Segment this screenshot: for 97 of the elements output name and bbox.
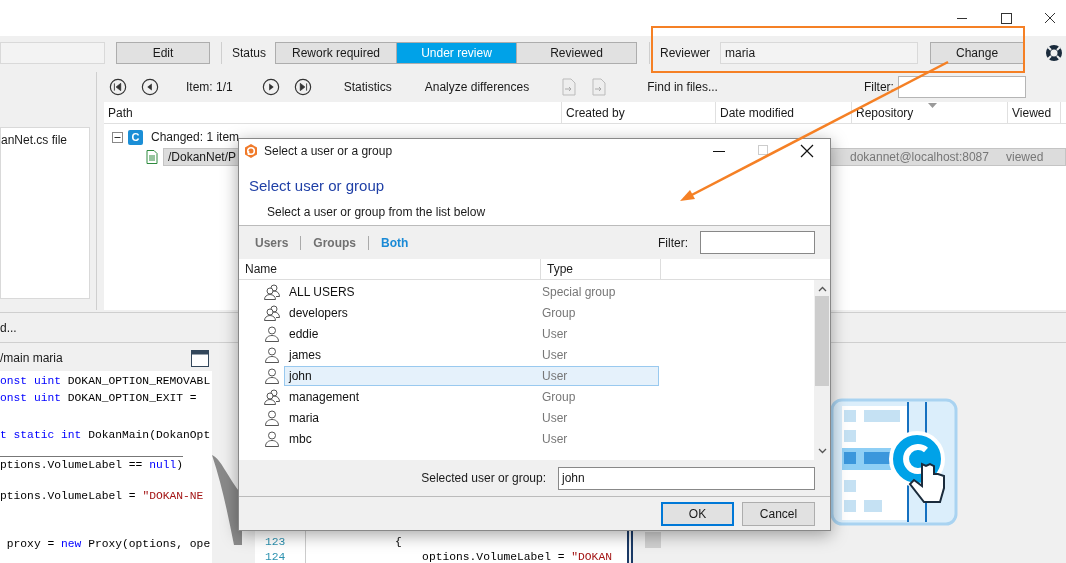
list-item[interactable]: eddie User bbox=[284, 323, 659, 344]
viewed-cell-text: viewed bbox=[1006, 149, 1044, 166]
user-icon bbox=[263, 429, 281, 448]
sort-arrow-icon bbox=[928, 103, 937, 108]
group-label[interactable]: Changed: 1 item bbox=[151, 128, 240, 146]
column-header[interactable]: Created by bbox=[566, 103, 625, 122]
user-icon bbox=[263, 324, 281, 343]
selected-user-field[interactable]: john bbox=[558, 466, 815, 490]
item-counter: Item: 1/1 bbox=[186, 79, 233, 96]
input-field[interactable] bbox=[0, 42, 105, 64]
collapse-icon[interactable] bbox=[112, 131, 123, 143]
name-cell-text: mbc bbox=[288, 430, 313, 448]
type-cell-text: User bbox=[542, 430, 568, 448]
user-icon bbox=[263, 408, 281, 427]
code-line: onst uint DOKAN_OPTION_REMOVABL bbox=[0, 374, 211, 389]
list-item[interactable]: john User bbox=[284, 365, 659, 386]
user-icon bbox=[263, 345, 281, 364]
group-icon bbox=[263, 387, 281, 406]
list-item[interactable]: maria User bbox=[284, 407, 659, 428]
name-cell-text: developers bbox=[288, 304, 349, 322]
list-item[interactable]: management Group bbox=[284, 386, 659, 407]
code-line: { bbox=[395, 535, 402, 550]
code-line: proxy = new Proxy(options, ope bbox=[5, 537, 211, 552]
code-line: onst uint DOKAN_OPTION_EXIT = bbox=[0, 391, 197, 406]
type-cell-text: User bbox=[542, 409, 568, 427]
name-cell-text: james bbox=[287, 346, 322, 364]
type-cell-text: User bbox=[542, 346, 568, 364]
first-item-icon[interactable] bbox=[109, 78, 127, 96]
scrollbar[interactable] bbox=[814, 280, 830, 460]
type-cell-text: User bbox=[542, 367, 568, 385]
edit-button[interactable]: Edit bbox=[116, 42, 210, 64]
change-button[interactable]: Change bbox=[930, 42, 1025, 64]
code-line: ptions.VolumeLabel == null) bbox=[0, 456, 184, 474]
code-line: t static int DokanMain(DokanOpt bbox=[0, 428, 211, 443]
filter-label: Filter: bbox=[658, 234, 688, 252]
name-cell-text: maria bbox=[288, 409, 320, 427]
close-icon[interactable] bbox=[800, 144, 814, 158]
list-item[interactable]: james User bbox=[284, 344, 659, 365]
help-lifebuoy-icon[interactable] bbox=[1044, 43, 1065, 63]
type-cell-text: Special group bbox=[542, 283, 616, 301]
list-item[interactable]: ALL USERS Special group bbox=[284, 281, 659, 302]
dialog-subtitle: Select a user or group from the list below bbox=[267, 203, 487, 221]
column-header[interactable]: Type bbox=[547, 260, 573, 278]
reviewer-field[interactable]: maria bbox=[720, 42, 919, 64]
list-item[interactable]: developers Group bbox=[284, 302, 659, 323]
maximize-icon[interactable] bbox=[998, 10, 1014, 26]
file-name: anNet.cs file bbox=[1, 132, 69, 149]
column-header[interactable]: Viewed bbox=[1012, 103, 1052, 122]
code-line: options.VolumeLabel = "DOKAN bbox=[421, 550, 612, 563]
window-icon[interactable] bbox=[191, 349, 209, 367]
path-cell: /DokanNet/P bbox=[168, 150, 237, 164]
next-item-icon[interactable] bbox=[261, 78, 280, 96]
code-header: /main maria bbox=[0, 350, 63, 367]
field-label: Selected user or group: bbox=[421, 470, 546, 487]
repository-cell-text: dokannet@localhost:8087 bbox=[850, 149, 990, 166]
scroll-up-icon[interactable] bbox=[817, 286, 827, 292]
name-cell-text: management bbox=[288, 388, 361, 406]
cancel-button[interactable]: Cancel bbox=[742, 501, 815, 526]
type-cell-text: Group bbox=[542, 304, 576, 322]
file-icon bbox=[146, 150, 158, 164]
column-header[interactable]: Path bbox=[108, 103, 133, 122]
analyze-differences-button[interactable]: Analyze differences bbox=[424, 78, 530, 96]
user-icon bbox=[263, 366, 281, 385]
group-icon bbox=[263, 303, 281, 322]
reviewer-label: Reviewer bbox=[660, 45, 711, 62]
find-in-files-button[interactable]: Find in files... bbox=[647, 78, 718, 96]
statistics-button[interactable]: Statistics bbox=[343, 78, 392, 96]
type-cell-text: User bbox=[542, 325, 568, 343]
close-icon[interactable] bbox=[1042, 10, 1058, 26]
previous-item-icon[interactable] bbox=[141, 78, 159, 96]
scroll-down-icon[interactable] bbox=[817, 448, 827, 454]
change-badge: C bbox=[128, 129, 143, 145]
line-number: 124 bbox=[265, 550, 287, 563]
column-header[interactable]: Repository bbox=[856, 103, 914, 122]
filter-label: Filter: bbox=[863, 79, 894, 96]
column-header[interactable]: Date modified bbox=[720, 103, 795, 122]
ok-button[interactable]: OK bbox=[661, 501, 734, 526]
filter-field[interactable] bbox=[897, 76, 1026, 98]
name-cell-text: eddie bbox=[288, 325, 320, 343]
dialog-heading: Select user or group bbox=[249, 176, 386, 196]
app-logo-icon bbox=[243, 143, 259, 159]
filter-tab[interactable]: Groups bbox=[313, 233, 357, 252]
code-line: ptions.VolumeLabel = "DOKAN-NE bbox=[0, 489, 204, 504]
line-number: 123 bbox=[265, 535, 287, 550]
dialog-title: Select a user or a group bbox=[264, 143, 394, 160]
scroll-thumb[interactable] bbox=[815, 296, 829, 386]
last-item-icon[interactable] bbox=[293, 78, 312, 96]
status-label: Status bbox=[232, 45, 267, 62]
scroll-thumb[interactable] bbox=[645, 532, 661, 548]
column-header[interactable]: Name bbox=[245, 260, 277, 278]
list-item[interactable]: mbc User bbox=[284, 428, 659, 449]
name-cell-text: ALL USERS bbox=[288, 283, 356, 301]
status-text: d... bbox=[0, 319, 17, 337]
filter-field[interactable] bbox=[700, 231, 815, 254]
name-cell-text: john bbox=[287, 367, 313, 385]
type-cell-text: Group bbox=[542, 388, 576, 406]
filter-tab[interactable]: Users bbox=[255, 233, 289, 252]
